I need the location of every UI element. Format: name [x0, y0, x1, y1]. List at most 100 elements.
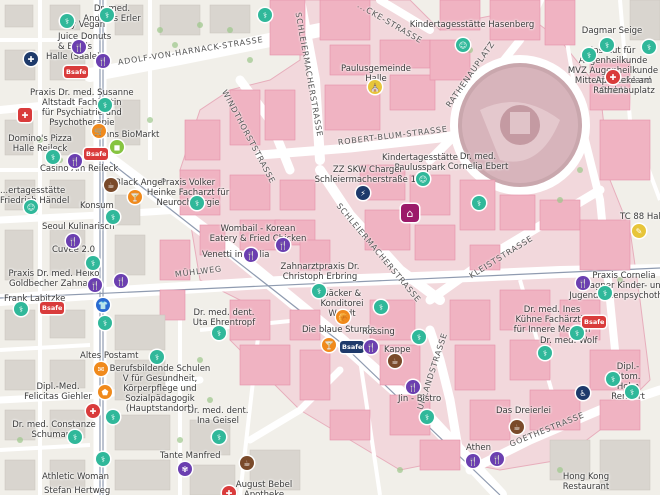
label-athletic[interactable]: Athletic Woman	[42, 472, 109, 482]
kindergarten-icon[interactable]: ☺	[456, 38, 470, 52]
doctor-icon[interactable]: ⚕	[98, 98, 112, 112]
restaurant-icon[interactable]: 🍴	[364, 340, 378, 354]
restaurant-icon[interactable]: 🍴	[66, 234, 80, 248]
bsafe-badge-icon[interactable]: Bsafe	[582, 316, 607, 328]
post-icon[interactable]: ✉	[94, 362, 108, 376]
doctor-icon[interactable]: ⚕	[98, 316, 112, 330]
restaurant-icon[interactable]: 🍴	[114, 274, 128, 288]
doctor-icon[interactable]: ⚕	[14, 302, 28, 316]
restaurant-icon[interactable]: 🍴	[490, 452, 504, 466]
label-athen[interactable]: Athen	[466, 443, 491, 453]
label-apotheke-rathenau[interactable]: Apotheke am Rathenauplatz	[593, 76, 655, 96]
doctor-icon[interactable]: ⚕	[68, 430, 82, 444]
label-kita-hasenberg[interactable]: Kindertagesstätte Hasenberg	[410, 20, 535, 30]
shop-icon[interactable]: ◼	[110, 140, 124, 154]
doctor-icon[interactable]: ⚕	[46, 150, 60, 164]
restaurant-icon[interactable]: 🍴	[276, 238, 290, 252]
pharmacy-icon[interactable]: ✚	[606, 70, 620, 84]
pharmacy-icon[interactable]: ✚	[18, 108, 32, 122]
label-halle-saale[interactable]: Halle (Saale)	[46, 52, 100, 62]
pharmacy-icon[interactable]: ✚	[24, 52, 38, 66]
restaurant-icon[interactable]: 🍴	[406, 380, 420, 394]
restaurant-icon[interactable]: 🍴	[72, 40, 86, 54]
pharmacy-badge-icon[interactable]: Bsafe	[64, 66, 89, 78]
home-icon[interactable]: ⌂	[401, 204, 419, 222]
label-utz[interactable]: Dr. med. dent. Uta Ehrentropf	[193, 308, 255, 328]
pharmacy-icon[interactable]: ✚	[222, 486, 236, 495]
school-icon[interactable]: ⚕	[150, 350, 164, 364]
bsafe-badge-icon[interactable]: Bsafe	[84, 148, 109, 160]
shop-icon[interactable]: ⬟	[98, 385, 112, 399]
dentist-icon[interactable]: ⚕	[86, 256, 100, 270]
pharmacy-icon[interactable]: ✚	[86, 404, 100, 418]
label-heiko[interactable]: Praxis Dr. med. Heiko Goldbecher Zahnarz…	[9, 269, 100, 289]
label-wombail[interactable]: Wombail - Korean Eatery & Fried Chicken	[210, 224, 307, 244]
label-venetti[interactable]: Venetti in Giulia	[202, 250, 269, 260]
label-dreierlei[interactable]: Das Dreierlei	[496, 406, 551, 416]
doctor-icon[interactable]: ⚕	[100, 8, 114, 22]
kindergarten-icon[interactable]: ☺	[24, 200, 38, 214]
bar-icon[interactable]: 🍸	[128, 190, 142, 204]
doctor-icon[interactable]: ⚕	[106, 210, 120, 224]
charger-icon[interactable]: ⚡	[356, 186, 370, 200]
restaurant-icon[interactable]: 🍴	[576, 276, 590, 290]
restaurant-icon[interactable]: 🍴	[466, 454, 480, 468]
label-constanze[interactable]: Dr. med. Constanze Schumann	[12, 420, 96, 440]
doctor-icon[interactable]: ⚕	[420, 410, 434, 424]
label-dominos[interactable]: Domino's Pizza Halle Reileck	[8, 134, 72, 154]
label-tc88[interactable]: TC 88 Halle	[620, 212, 660, 222]
church-icon[interactable]: ⛪	[368, 80, 382, 94]
cafe-icon[interactable]: ☕	[388, 354, 402, 368]
bsafe-badge-icon[interactable]: Bsafe	[40, 302, 65, 314]
label-ebert[interactable]: Dr. med. Cornelia Ebert	[448, 152, 509, 172]
doctor-icon[interactable]: ⚕	[642, 40, 656, 54]
label-altes-postamt[interactable]: Altes Postamt	[80, 351, 138, 361]
sports-icon[interactable]: ✎	[632, 224, 646, 238]
dentist-icon[interactable]: ⚕	[312, 284, 326, 298]
label-bistro[interactable]: Jin - Bistro	[398, 394, 441, 404]
doctor-icon[interactable]: ⚕	[582, 48, 596, 62]
doctor-icon[interactable]: ⚕	[258, 8, 272, 22]
doctor-icon[interactable]: ⚕	[625, 385, 639, 399]
label-rossing[interactable]: Rossing	[362, 327, 395, 337]
doctor-icon[interactable]: ⚕	[570, 326, 584, 340]
fitness-icon[interactable]: ✾	[178, 462, 192, 476]
doctor-icon[interactable]: ⚕	[606, 372, 620, 386]
bsafe-badge-icon[interactable]: Bsafe	[340, 341, 365, 353]
doctor-icon[interactable]: ⚕	[96, 452, 110, 466]
doctor-icon[interactable]: ⚕	[106, 410, 120, 424]
doctor-icon[interactable]: ⚕	[412, 330, 426, 344]
doctor-icon[interactable]: ⚕	[472, 196, 486, 210]
doctor-icon[interactable]: ⚕	[538, 346, 552, 360]
label-zahnarzt[interactable]: Zahnarztpraxis Dr. Christoph Erbring	[281, 262, 360, 282]
label-wolf[interactable]: Dr. med. Wolf	[540, 336, 597, 346]
cafe-icon[interactable]: ☕	[240, 456, 254, 470]
label-black-angel[interactable]: Black Angel	[115, 178, 165, 188]
map-canvas[interactable]: ADOLF-VON-HARNACK-STRASSE WINDTHORSTSTRA…	[0, 0, 660, 495]
restaurant-icon[interactable]: 🍴	[96, 54, 110, 68]
shopping-icon[interactable]: 🛒	[92, 124, 106, 138]
label-zzsw[interactable]: ZZ SKW Charger Schleiermacherstraße 11	[315, 165, 422, 185]
label-berufsbild[interactable]: Berufsbildende Schulen V für Gesundheit,…	[110, 364, 211, 414]
shop-icon[interactable]: ⚕	[60, 14, 74, 28]
clinic-icon[interactable]: ♿	[576, 386, 590, 400]
doctor-icon[interactable]: ⚕	[374, 300, 388, 314]
dentist-icon[interactable]: ⚕	[212, 430, 226, 444]
label-felicitas[interactable]: Dipl.-Med. Felicitas Giehler	[24, 382, 92, 402]
label-susanne[interactable]: Praxis Dr. med. Susanne Altstadt Fachärz…	[30, 88, 134, 128]
doctor-icon[interactable]: ⚕	[598, 286, 612, 300]
label-hongkong[interactable]: Hong Kong Restaurant	[563, 472, 610, 492]
bar-icon[interactable]: 🍸	[322, 338, 336, 352]
bakery-icon[interactable]: 🥐	[336, 310, 350, 324]
label-hertweg[interactable]: Stefan Hertweg	[44, 486, 110, 495]
cafe-icon[interactable]: ☕	[510, 420, 524, 434]
dentist-icon[interactable]: ⚕	[212, 326, 226, 340]
label-konsum[interactable]: Konsum	[80, 201, 114, 211]
label-august[interactable]: August Bebel Apotheke	[236, 480, 293, 495]
label-tante[interactable]: Tante Manfred	[160, 451, 221, 461]
label-seoul[interactable]: Seoul Kulinarisch	[42, 222, 114, 232]
kindergarten-icon[interactable]: ☺	[416, 172, 430, 186]
restaurant-icon[interactable]: 🍴	[68, 154, 82, 168]
cafe-icon[interactable]: ☕	[104, 178, 118, 192]
restaurant-icon[interactable]: 🍴	[244, 248, 258, 262]
